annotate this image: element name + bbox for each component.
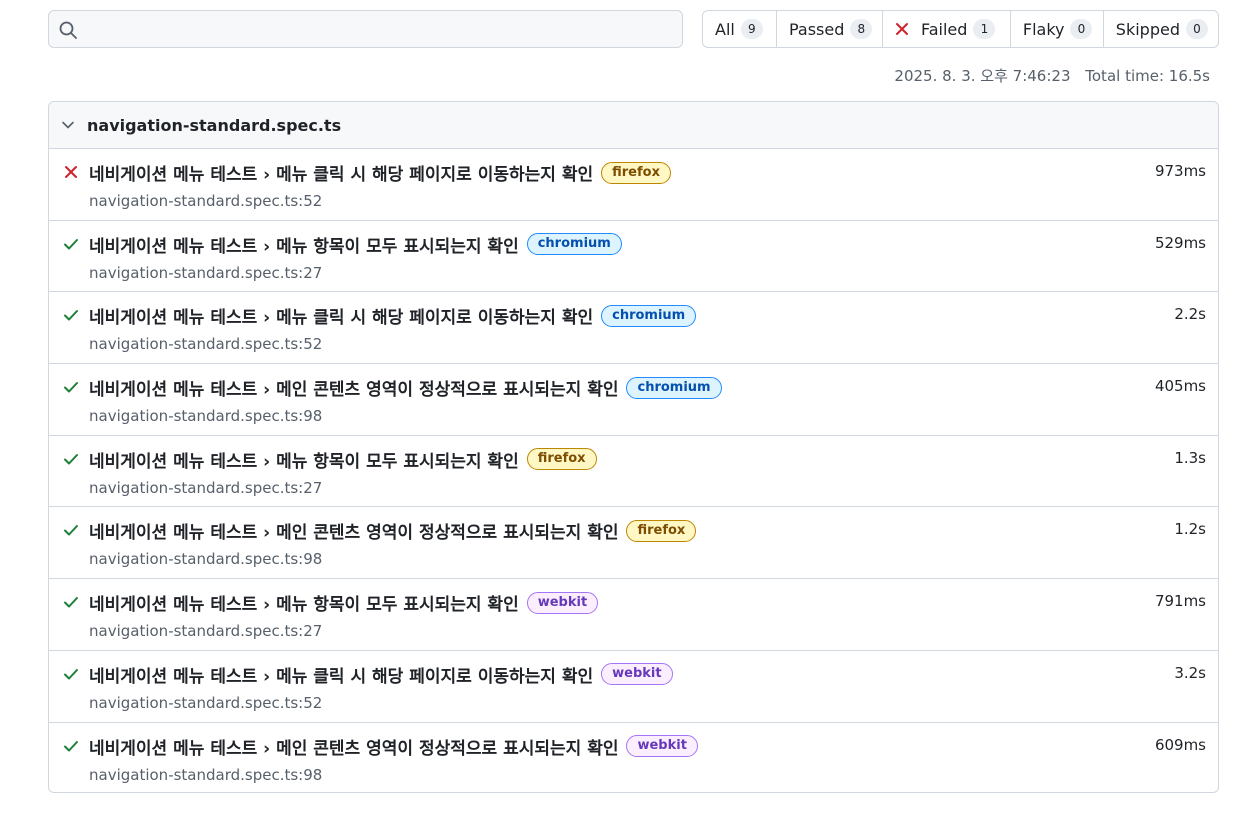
filter-all-label: All [715,19,735,39]
test-duration: 405ms [1154,377,1206,396]
test-duration: 2.2s [1174,305,1206,324]
total-time: Total time: 16.5s [1085,67,1210,85]
test-row[interactable]: 네비게이션 메뉴 테스트 › 메인 콘텐츠 영역이 정상적으로 표시되는지 확인… [49,364,1218,436]
test-title-line: 네비게이션 메뉴 테스트 › 메뉴 항목이 모두 표시되는지 확인 chromiu… [89,232,622,257]
filter-failed-label: Failed [920,19,968,39]
test-title[interactable]: 네비게이션 메뉴 테스트 › 메뉴 클릭 시 해당 페이지로 이동하는지 확인 [89,303,593,328]
test-location: navigation-standard.spec.ts:52 [89,192,323,210]
filter-passed-count: 8 [850,19,873,39]
file-header[interactable]: navigation-standard.spec.ts [49,102,1218,149]
test-title-line: 네비게이션 메뉴 테스트 › 메인 콘텐츠 영역이 정상적으로 표시되는지 확인… [89,518,697,543]
filter-passed-label: Passed [788,19,845,39]
test-location: navigation-standard.spec.ts:27 [89,263,323,282]
test-title-line: 네비게이션 메뉴 테스트 › 메뉴 항목이 모두 표시되는지 확인 firefox [89,447,597,472]
test-title-line: 네비게이션 메뉴 테스트 › 메뉴 항목이 모두 표시되는지 확인 webkit [89,590,599,615]
check-icon [64,382,78,393]
test-duration: 529ms [1154,233,1206,252]
test-title[interactable]: 네비게이션 메뉴 테스트 › 메인 콘텐츠 영역이 정상적으로 표시되는지 확인 [89,518,618,543]
test-duration: 791ms [1154,592,1206,611]
test-location: navigation-standard.spec.ts:52 [89,693,323,712]
test-location: navigation-standard.spec.ts:52 [89,335,323,354]
test-row[interactable]: 네비게이션 메뉴 테스트 › 메뉴 항목이 모두 표시되는지 확인 firefox… [49,436,1218,508]
search-box[interactable] [48,10,683,48]
check-icon [64,525,78,536]
test-title[interactable]: 네비게이션 메뉴 테스트 › 메뉴 항목이 모두 표시되는지 확인 [89,590,519,615]
test-row[interactable]: 네비게이션 메뉴 테스트 › 메뉴 클릭 시 해당 페이지로 이동하는지 확인 f… [49,149,1218,221]
test-list: 네비게이션 메뉴 테스트 › 메뉴 클릭 시 해당 페이지로 이동하는지 확인 f… [49,149,1218,793]
test-title-line: 네비게이션 메뉴 테스트 › 메뉴 클릭 시 해당 페이지로 이동하는지 확인 f… [89,160,671,185]
browser-badge[interactable]: webkit [526,591,599,614]
check-icon [64,238,78,250]
test-row[interactable]: 네비게이션 메뉴 테스트 › 메인 콘텐츠 영역이 정상적으로 표시되는지 확인… [49,507,1218,580]
test-duration: 1.2s [1174,520,1206,539]
check-icon [64,310,78,321]
chevron-down-icon[interactable] [61,118,75,132]
run-meta: 2025. 8. 3. 오후 7:46:23 Total time: 16.5s [894,65,1210,86]
filter-passed[interactable]: Passed 8 [777,11,883,47]
filter-skipped[interactable]: Skipped 0 [1104,11,1218,47]
browser-badge[interactable]: firefox [626,519,697,542]
filter-flaky-label: Flaky [1022,19,1065,39]
run-datetime: 2025. 8. 3. 오후 7:46:23 [894,67,1071,85]
check-icon [64,668,78,680]
test-title-line: 네비게이션 메뉴 테스트 › 메뉴 클릭 시 해당 페이지로 이동하는지 확인 c… [89,303,697,328]
filter-all-count: 9 [740,19,763,39]
test-location: navigation-standard.spec.ts:98 [89,765,323,784]
test-location: navigation-standard.spec.ts:27 [89,478,323,497]
check-icon [64,453,78,465]
filter-flaky[interactable]: Flaky 0 [1011,11,1104,47]
test-title-line: 네비게이션 메뉴 테스트 › 메인 콘텐츠 영역이 정상적으로 표시되는지 확인… [89,375,722,400]
test-title[interactable]: 네비게이션 메뉴 테스트 › 메뉴 클릭 시 해당 페이지로 이동하는지 확인 [89,662,593,687]
filter-failed[interactable]: Failed 1 [883,11,1011,47]
test-title[interactable]: 네비게이션 메뉴 테스트 › 메뉴 클릭 시 해당 페이지로 이동하는지 확인 [89,160,593,185]
test-title[interactable]: 네비게이션 메뉴 테스트 › 메인 콘텐츠 영역이 정상적으로 표시되는지 확인 [89,734,618,759]
search-icon [59,21,77,39]
test-duration: 973ms [1154,162,1206,180]
browser-badge[interactable]: firefox [601,161,671,184]
filter-skipped-label: Skipped [1115,19,1180,39]
browser-badge[interactable]: webkit [601,663,673,686]
test-title-line: 네비게이션 메뉴 테스트 › 메뉴 클릭 시 해당 페이지로 이동하는지 확인 w… [89,662,673,687]
test-file-group: navigation-standard.spec.ts 네비게이션 메뉴 테스트… [48,101,1219,793]
filter-failed-count: 1 [973,19,996,39]
test-duration: 3.2s [1174,663,1206,682]
test-title[interactable]: 네비게이션 메뉴 테스트 › 메인 콘텐츠 영역이 정상적으로 표시되는지 확인 [89,375,618,400]
test-row[interactable]: 네비게이션 메뉴 테스트 › 메뉴 클릭 시 해당 페이지로 이동하는지 확인 c… [49,292,1218,365]
test-row[interactable]: 네비게이션 메뉴 테스트 › 메뉴 클릭 시 해당 페이지로 이동하는지 확인 w… [49,651,1218,723]
status-filter-bar: All 9 Passed 8 Failed 1 Flaky 0 Skipped … [702,10,1219,48]
browser-badge[interactable]: chromium [626,376,722,399]
browser-badge[interactable]: chromium [601,304,697,327]
test-row[interactable]: 네비게이션 메뉴 테스트 › 메뉴 항목이 모두 표시되는지 확인 webkit n… [49,579,1218,651]
test-location: navigation-standard.spec.ts:27 [89,622,323,641]
test-location: navigation-standard.spec.ts:98 [89,550,323,569]
browser-badge[interactable]: chromium [526,233,622,256]
check-icon [64,740,78,751]
test-duration: 609ms [1154,735,1206,754]
browser-badge[interactable]: webkit [626,735,698,757]
test-row[interactable]: 네비게이션 메뉴 테스트 › 메인 콘텐츠 영역이 정상적으로 표시되는지 확인… [49,723,1218,793]
test-title[interactable]: 네비게이션 메뉴 테스트 › 메뉴 항목이 모두 표시되는지 확인 [89,232,519,257]
search-input[interactable] [87,11,677,47]
filter-flaky-count: 0 [1070,19,1093,39]
x-icon [65,166,77,178]
test-location: navigation-standard.spec.ts:98 [89,407,323,426]
test-title[interactable]: 네비게이션 메뉴 테스트 › 메뉴 항목이 모두 표시되는지 확인 [89,447,519,472]
file-name: navigation-standard.spec.ts [87,115,342,135]
browser-badge[interactable]: firefox [526,448,597,471]
x-icon [895,23,908,35]
test-duration: 1.3s [1174,448,1206,467]
filter-skipped-count: 0 [1185,19,1208,39]
check-icon [64,597,78,608]
test-row[interactable]: 네비게이션 메뉴 테스트 › 메뉴 항목이 모두 표시되는지 확인 chromiu… [49,221,1218,293]
test-title-line: 네비게이션 메뉴 테스트 › 메인 콘텐츠 영역이 정상적으로 표시되는지 확인… [89,734,698,759]
filter-all[interactable]: All 9 [703,11,777,47]
